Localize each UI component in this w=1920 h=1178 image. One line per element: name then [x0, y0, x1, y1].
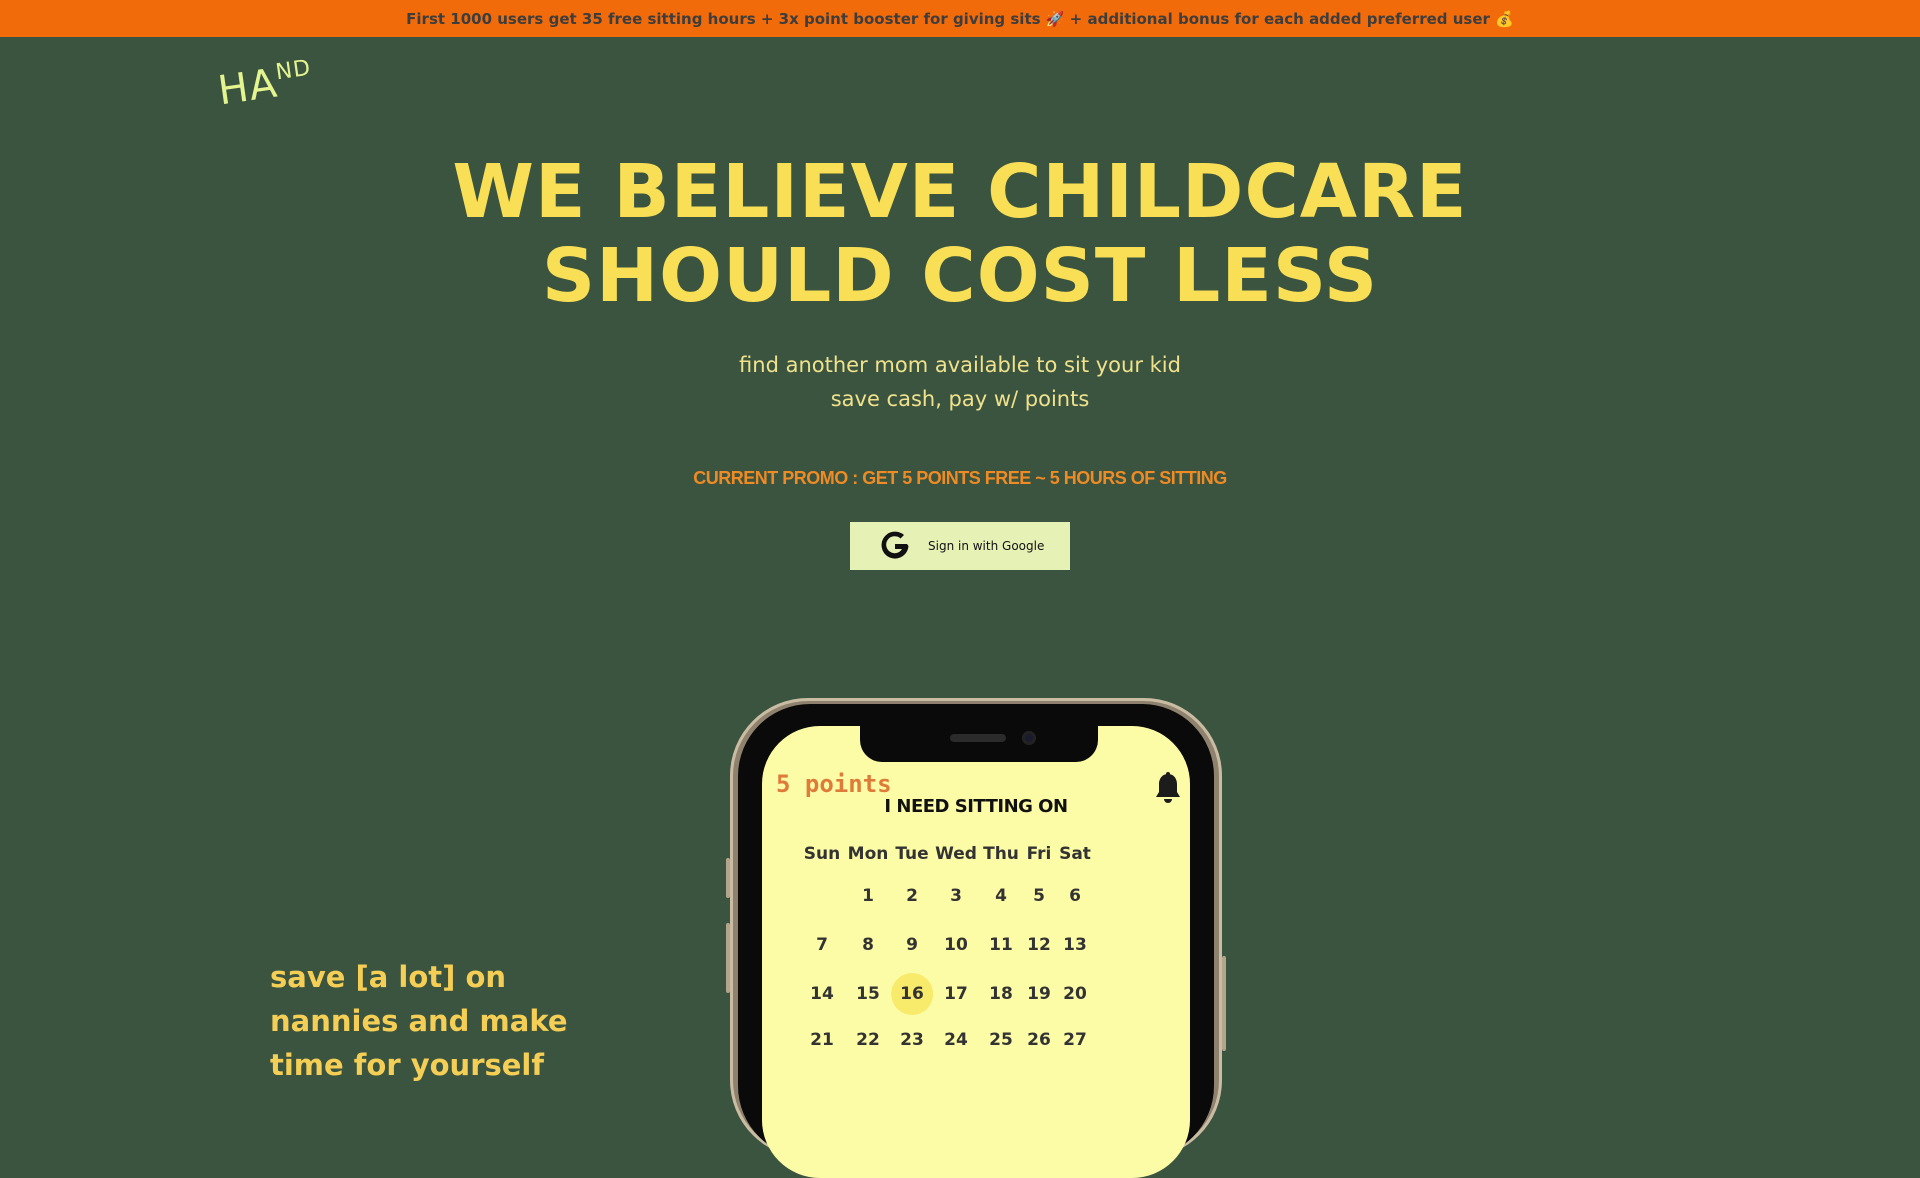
calendar-day[interactable]: 25 — [989, 1030, 1013, 1050]
weekday-header: Sun Mon Tue Wed Thu Fri Sat — [762, 844, 1190, 874]
speaker-grille — [950, 734, 1006, 742]
phone-power-button — [1222, 956, 1226, 1051]
hero-line-1: WE BELIEVE CHILDCARE — [452, 149, 1468, 235]
calendar-week: 1 2 3 4 5 6 — [762, 886, 1190, 916]
calendar-day[interactable]: 3 — [950, 886, 962, 906]
subtitle-line-2: save cash, pay w/ points — [830, 387, 1090, 411]
calendar-day[interactable]: 15 — [856, 984, 880, 1004]
calendar-week: 14 15 16 17 18 19 20 — [762, 973, 1190, 1015]
calendar-day[interactable]: 13 — [1063, 935, 1087, 955]
calendar-day[interactable]: 22 — [856, 1030, 880, 1050]
calendar-day[interactable]: 4 — [995, 886, 1007, 906]
calendar-week: 21 22 23 24 25 26 27 — [762, 1030, 1190, 1060]
weekday-tue: Tue — [895, 844, 929, 864]
calendar-day[interactable]: 7 — [816, 935, 828, 955]
tagline: save [a lot] on nannies and make time fo… — [270, 960, 568, 1082]
calendar-day[interactable]: 12 — [1027, 935, 1051, 955]
calendar-day[interactable]: 8 — [862, 935, 874, 955]
logo[interactable]: HAND — [215, 56, 315, 115]
calendar-day[interactable]: 17 — [944, 984, 968, 1004]
logo-small: ND — [274, 55, 313, 86]
points-balance: 5 points — [776, 770, 892, 798]
calendar-day[interactable]: 19 — [1027, 984, 1051, 1004]
phone-notch — [860, 726, 1098, 762]
weekday-sat: Sat — [1059, 844, 1091, 864]
calendar-day[interactable]: 14 — [810, 984, 834, 1004]
current-promo: CURRENT PROMO : GET 5 POINTS FREE ~ 5 HO… — [693, 468, 1227, 488]
google-signin-label: Sign in with Google — [928, 539, 1045, 553]
calendar-week: 7 8 9 10 11 12 13 — [762, 935, 1190, 965]
calendar-day[interactable]: 27 — [1063, 1030, 1087, 1050]
calendar-day[interactable]: 6 — [1069, 886, 1081, 906]
calendar-day[interactable]: 20 — [1063, 984, 1087, 1004]
logo-main: HA — [215, 60, 281, 115]
calendar-day[interactable]: 18 — [989, 984, 1013, 1004]
calendar-day[interactable]: 5 — [1033, 886, 1045, 906]
calendar-day[interactable]: 24 — [944, 1030, 968, 1050]
hero-subtitle: find another mom available to sit your k… — [0, 348, 1920, 416]
calendar-day[interactable]: 26 — [1027, 1030, 1051, 1050]
calendar-day[interactable]: 2 — [906, 886, 918, 906]
google-g-icon — [878, 529, 912, 563]
calendar-day[interactable]: 16 — [891, 973, 933, 1015]
calendar-heading: I NEED SITTING ON — [884, 796, 1068, 817]
weekday-sun: Sun — [803, 844, 841, 864]
phone-mockup: 5 points I NEED SITTING ON Sun Mon Tue Wed T… — [726, 698, 1226, 1178]
hero-headline: WE BELIEVE CHILDCARE SHOULD COST LESS — [0, 150, 1920, 318]
promo-banner: First 1000 users get 35 free sitting hou… — [0, 0, 1920, 37]
calendar-day[interactable]: 11 — [989, 935, 1013, 955]
weekday-wed: Wed — [935, 844, 977, 864]
calendar-day[interactable]: 9 — [906, 935, 918, 955]
calendar-day[interactable]: 21 — [810, 1030, 834, 1050]
weekday-mon: Mon — [847, 844, 889, 864]
hero-line-2: SHOULD COST LESS — [541, 233, 1379, 319]
promo-banner-text: First 1000 users get 35 free sitting hou… — [406, 9, 1514, 28]
weekday-thu: Thu — [983, 844, 1019, 864]
calendar-day[interactable]: 23 — [900, 1030, 924, 1050]
calendar-day[interactable]: 1 — [862, 886, 874, 906]
google-signin-button[interactable]: Sign in with Google — [850, 522, 1070, 570]
phone-screen: 5 points I NEED SITTING ON Sun Mon Tue Wed T… — [762, 726, 1190, 1178]
weekday-fri: Fri — [1026, 844, 1052, 864]
camera-icon — [1022, 731, 1036, 745]
phone-volume-button — [726, 923, 730, 993]
phone-side-button — [726, 858, 730, 898]
phone-bezel: 5 points I NEED SITTING ON Sun Mon Tue Wed T… — [738, 704, 1214, 1178]
calendar-day[interactable]: 10 — [944, 935, 968, 955]
subtitle-line-1: find another mom available to sit your k… — [739, 353, 1181, 377]
